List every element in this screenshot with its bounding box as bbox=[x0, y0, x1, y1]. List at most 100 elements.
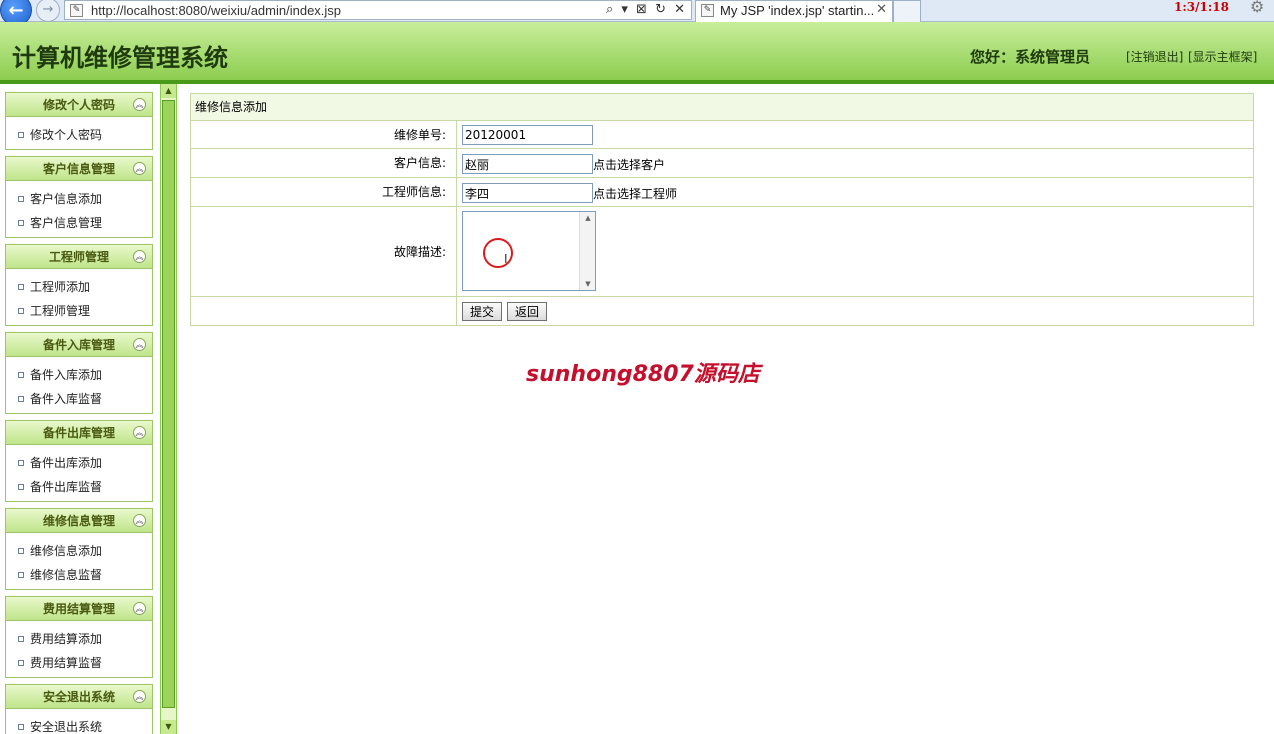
scroll-up-icon[interactable]: ▲ bbox=[580, 214, 596, 222]
scrollbar-thumb[interactable] bbox=[162, 100, 175, 708]
bullet-icon bbox=[18, 636, 24, 642]
pick-engineer-link[interactable]: 点击选择工程师 bbox=[593, 185, 677, 202]
menu-section-header[interactable]: 修改个人密码 ︽ bbox=[6, 93, 152, 117]
browser-tab[interactable]: ✎ My JSP 'index.jsp' startin... ✕ bbox=[695, 0, 893, 22]
close-icon[interactable]: ✕ bbox=[876, 2, 887, 17]
collapse-icon[interactable]: ︽ bbox=[133, 602, 146, 615]
bullet-icon bbox=[18, 132, 24, 138]
form-title: 维修信息添加 bbox=[191, 94, 1253, 121]
form-value: 点击选择客户 bbox=[458, 149, 1253, 177]
sidebar-item-label: 备件出库添加 bbox=[30, 456, 103, 470]
sidebar-item-label: 客户信息管理 bbox=[30, 216, 103, 230]
menu-section-customer: 客户信息管理 ︽ 客户信息添加 客户信息管理 bbox=[5, 156, 153, 238]
collapse-icon[interactable]: ︽ bbox=[133, 98, 146, 111]
menu-section-header[interactable]: 安全退出系统 ︽ bbox=[6, 685, 152, 709]
form-row-engineer: 工程师信息: 点击选择工程师 bbox=[191, 178, 1253, 207]
scroll-down-icon[interactable]: ▼ bbox=[161, 720, 176, 734]
order-no-label: 维修单号: bbox=[191, 121, 457, 148]
bullet-icon bbox=[18, 724, 24, 730]
page-icon: ✎ bbox=[70, 4, 83, 17]
collapse-icon[interactable]: ︽ bbox=[133, 338, 146, 351]
scroll-down-icon[interactable]: ▼ bbox=[580, 280, 596, 288]
menu-section-header[interactable]: 费用结算管理 ︽ bbox=[6, 597, 152, 621]
menu-section-stock-in: 备件入库管理 ︽ 备件入库添加 备件入库监督 bbox=[5, 332, 153, 414]
sidebar-item-label: 费用结算添加 bbox=[30, 632, 103, 646]
sidebar-item-repair-monitor[interactable]: 维修信息监督 bbox=[6, 563, 152, 587]
ibeam-cursor-icon: I bbox=[504, 252, 508, 266]
sidebar-item-engineer-add[interactable]: 工程师添加 bbox=[6, 275, 152, 299]
sidebar: 修改个人密码 ︽ 修改个人密码 客户信息管理 ︽ 客户信息添加 客户信息管理 工… bbox=[0, 84, 160, 734]
sidebar-item-stock-out-add[interactable]: 备件出库添加 bbox=[6, 451, 152, 475]
form-value bbox=[458, 121, 1253, 148]
new-tab-button[interactable] bbox=[893, 0, 921, 22]
toggle-frame-link[interactable]: [显示主框架] bbox=[1188, 48, 1257, 65]
bullet-icon bbox=[18, 196, 24, 202]
sidebar-item-label: 备件入库添加 bbox=[30, 368, 103, 382]
menu-section-title: 备件出库管理 bbox=[42, 426, 115, 440]
url-text[interactable]: http://localhost:8080/weixiu/admin/index… bbox=[91, 3, 341, 18]
collapse-icon[interactable]: ︽ bbox=[133, 426, 146, 439]
tab-title: My JSP 'index.jsp' startin... bbox=[720, 3, 875, 18]
logout-link[interactable]: [注销退出] bbox=[1126, 48, 1183, 65]
menu-section-header[interactable]: 客户信息管理 ︽ bbox=[6, 157, 152, 181]
clock-text: 1:3/1:18 bbox=[1174, 0, 1229, 14]
pick-customer-link[interactable]: 点击选择客户 bbox=[593, 156, 665, 173]
bullet-icon bbox=[18, 484, 24, 490]
customer-input[interactable] bbox=[462, 154, 593, 174]
form-row-fault: 故障描述: ▲ ▼ I bbox=[191, 207, 1253, 297]
menu-section-title: 备件入库管理 bbox=[42, 338, 115, 352]
address-tools[interactable]: ⌕ ▾ ⊠ ↻ ✕ bbox=[606, 2, 687, 17]
menu-section-repair: 维修信息管理 ︽ 维修信息添加 维修信息监督 bbox=[5, 508, 153, 590]
sidebar-item-billing-monitor[interactable]: 费用结算监督 bbox=[6, 651, 152, 675]
sidebar-item-change-password[interactable]: 修改个人密码 bbox=[6, 123, 152, 147]
bullet-icon bbox=[18, 460, 24, 466]
sidebar-item-label: 工程师管理 bbox=[30, 304, 91, 318]
sidebar-scrollbar[interactable]: ▲ ▼ bbox=[160, 84, 177, 734]
sidebar-item-stock-out-monitor[interactable]: 备件出库监督 bbox=[6, 475, 152, 499]
menu-section-header[interactable]: 维修信息管理 ︽ bbox=[6, 509, 152, 533]
engineer-input[interactable] bbox=[462, 183, 593, 203]
order-no-input[interactable] bbox=[462, 125, 593, 145]
back-button[interactable]: 返回 bbox=[507, 302, 548, 321]
sidebar-item-label: 备件出库监督 bbox=[30, 480, 103, 494]
sidebar-item-customer-add[interactable]: 客户信息添加 bbox=[6, 187, 152, 211]
sidebar-item-stock-in-monitor[interactable]: 备件入库监督 bbox=[6, 387, 152, 411]
menu-section-header[interactable]: 工程师管理 ︽ bbox=[6, 245, 152, 269]
menu-section-title: 修改个人密码 bbox=[42, 98, 115, 112]
fault-label: 故障描述: bbox=[191, 207, 457, 296]
sidebar-item-customer-manage[interactable]: 客户信息管理 bbox=[6, 211, 152, 235]
collapse-icon[interactable]: ︽ bbox=[133, 514, 146, 527]
sidebar-item-exit[interactable]: 安全退出系统 bbox=[6, 715, 152, 734]
menu-section-title: 工程师管理 bbox=[48, 250, 109, 264]
form-value: ▲ ▼ I bbox=[458, 207, 1253, 296]
sidebar-item-billing-add[interactable]: 费用结算添加 bbox=[6, 627, 152, 651]
customer-label: 客户信息: bbox=[191, 149, 457, 177]
sidebar-item-label: 维修信息监督 bbox=[30, 568, 103, 582]
sidebar-item-repair-add[interactable]: 维修信息添加 bbox=[6, 539, 152, 563]
bullet-icon bbox=[18, 548, 24, 554]
watermark-text: sunhong8807源码店 bbox=[526, 362, 760, 387]
fault-description-field[interactable]: ▲ ▼ I bbox=[462, 211, 596, 291]
page-icon: ✎ bbox=[701, 4, 714, 17]
collapse-icon[interactable]: ︽ bbox=[133, 162, 146, 175]
gear-icon[interactable]: ⚙ bbox=[1250, 0, 1264, 16]
click-indicator-icon bbox=[483, 238, 513, 268]
address-bar[interactable]: ✎ http://localhost:8080/weixiu/admin/ind… bbox=[64, 0, 692, 20]
submit-button[interactable]: 提交 bbox=[462, 302, 503, 321]
form-row-actions: 提交 返回 bbox=[191, 297, 1253, 325]
menu-section-header[interactable]: 备件出库管理 ︽ bbox=[6, 421, 152, 445]
collapse-icon[interactable]: ︽ bbox=[133, 250, 146, 263]
sidebar-item-engineer-manage[interactable]: 工程师管理 bbox=[6, 299, 152, 323]
fault-description-input[interactable] bbox=[463, 212, 581, 290]
menu-section-header[interactable]: 备件入库管理 ︽ bbox=[6, 333, 152, 357]
browser-toolbar: ← → ✎ http://localhost:8080/weixiu/admin… bbox=[0, 0, 1274, 26]
menu-section-billing: 费用结算管理 ︽ 费用结算添加 费用结算监督 bbox=[5, 596, 153, 678]
textarea-scrollbar[interactable]: ▲ ▼ bbox=[579, 212, 595, 290]
sidebar-item-stock-in-add[interactable]: 备件入库添加 bbox=[6, 363, 152, 387]
menu-section-title: 客户信息管理 bbox=[42, 162, 115, 176]
collapse-icon[interactable]: ︽ bbox=[133, 690, 146, 703]
forward-button[interactable]: → bbox=[36, 0, 60, 22]
scroll-up-icon[interactable]: ▲ bbox=[161, 84, 176, 98]
bullet-icon bbox=[18, 572, 24, 578]
greeting-text: 您好：系统管理员 bbox=[970, 48, 1091, 66]
